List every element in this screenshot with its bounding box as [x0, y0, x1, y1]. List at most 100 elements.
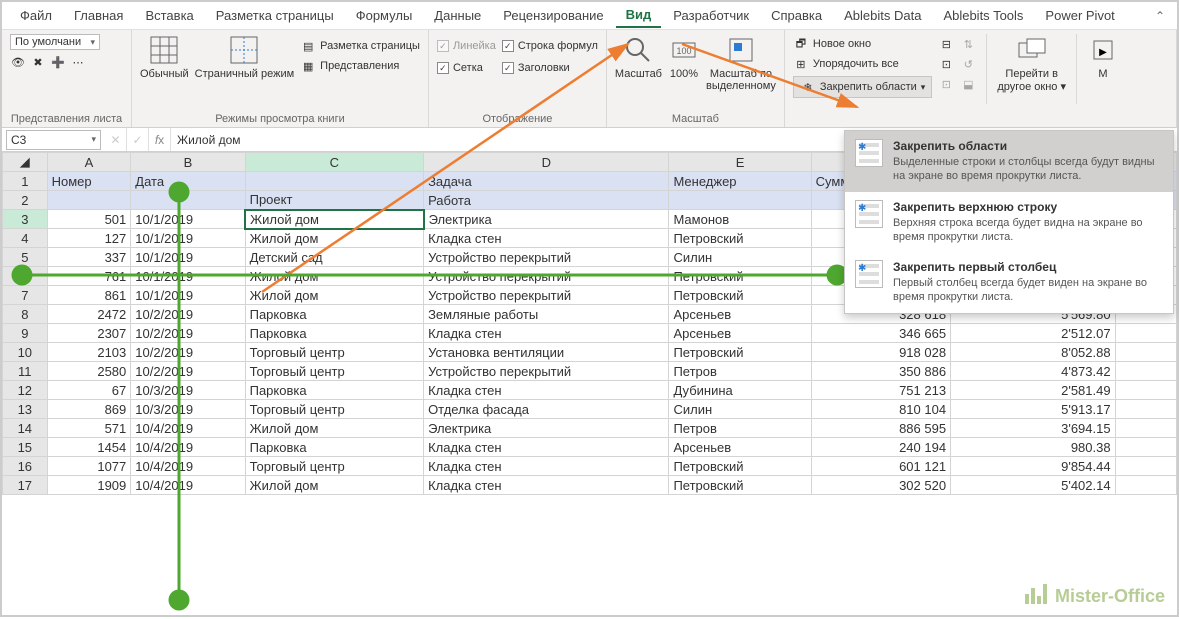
- cell[interactable]: Жилой дом: [245, 286, 423, 305]
- cell[interactable]: Электрика: [424, 419, 669, 438]
- row-header[interactable]: 7: [3, 286, 48, 305]
- cell[interactable]: 10/2/2019: [131, 305, 245, 324]
- cell[interactable]: 10/3/2019: [131, 400, 245, 419]
- cell[interactable]: 10/2/2019: [131, 324, 245, 343]
- cell[interactable]: 10/1/2019: [131, 267, 245, 286]
- tab-formulas[interactable]: Формулы: [346, 4, 423, 27]
- col-header-D[interactable]: D: [424, 153, 669, 172]
- tab-view[interactable]: Вид: [616, 3, 662, 28]
- split-icon[interactable]: ⊟: [938, 36, 954, 52]
- cell[interactable]: 1454: [47, 438, 131, 457]
- new-window-button[interactable]: 🗗Новое окно: [793, 36, 932, 52]
- cell[interactable]: 751 213: [811, 381, 950, 400]
- row-header[interactable]: 13: [3, 400, 48, 419]
- cell[interactable]: 10/1/2019: [131, 229, 245, 248]
- cell[interactable]: 2'581.49: [951, 381, 1116, 400]
- pagebreak-view-button[interactable]: Страничный режим: [195, 34, 295, 80]
- cell[interactable]: Детский сад: [245, 248, 423, 267]
- cell[interactable]: Силин: [669, 400, 811, 419]
- header-cell[interactable]: [669, 191, 811, 210]
- cell[interactable]: Арсеньев: [669, 324, 811, 343]
- cell[interactable]: 886 595: [811, 419, 950, 438]
- cell[interactable]: Парковка: [245, 438, 423, 457]
- cell[interactable]: [1115, 476, 1176, 495]
- col-header-A[interactable]: A: [47, 153, 131, 172]
- cell[interactable]: Кладка стен: [424, 476, 669, 495]
- col-header-E[interactable]: E: [669, 153, 811, 172]
- reset-pos-icon[interactable]: ↺: [960, 56, 976, 72]
- row-header[interactable]: 6: [3, 267, 48, 286]
- row-header[interactable]: 14: [3, 419, 48, 438]
- col-header-C[interactable]: C: [245, 153, 423, 172]
- cell[interactable]: 10/1/2019: [131, 210, 245, 229]
- new-icon[interactable]: ➕: [50, 54, 66, 70]
- cell[interactable]: Установка вентиляции: [424, 343, 669, 362]
- row-header[interactable]: 16: [3, 457, 48, 476]
- cell[interactable]: Парковка: [245, 305, 423, 324]
- sheet-view-combo[interactable]: По умолчани: [10, 34, 100, 50]
- row-header[interactable]: 8: [3, 305, 48, 324]
- cell[interactable]: 10/3/2019: [131, 381, 245, 400]
- zoom-button[interactable]: Масштаб: [615, 34, 662, 80]
- ruler-checkbox[interactable]: ✓Линейка: [437, 40, 496, 52]
- cell[interactable]: Дубинина: [669, 381, 811, 400]
- header-cell[interactable]: Задача: [424, 172, 669, 191]
- cell[interactable]: Устройство перекрытий: [424, 248, 669, 267]
- freeze-top-row-item[interactable]: ✱ Закрепить верхнюю строку Верхняя строк…: [845, 192, 1173, 253]
- cell[interactable]: 4'873.42: [951, 362, 1116, 381]
- unhide-icon[interactable]: ⊡: [938, 76, 954, 92]
- cell[interactable]: Петровский: [669, 229, 811, 248]
- cell[interactable]: 240 194: [811, 438, 950, 457]
- cell[interactable]: 127: [47, 229, 131, 248]
- cell[interactable]: Отделка фасада: [424, 400, 669, 419]
- cell[interactable]: [1115, 381, 1176, 400]
- cell[interactable]: Петровский: [669, 343, 811, 362]
- row-header[interactable]: 4: [3, 229, 48, 248]
- freeze-first-col-item[interactable]: ✱ Закрепить первый столбец Первый столбе…: [845, 252, 1173, 313]
- row-header[interactable]: 10: [3, 343, 48, 362]
- cell[interactable]: 601 121: [811, 457, 950, 476]
- cell[interactable]: 10/2/2019: [131, 343, 245, 362]
- row-header[interactable]: 1: [3, 172, 48, 191]
- name-box[interactable]: C3: [6, 130, 101, 150]
- cell[interactable]: 302 520: [811, 476, 950, 495]
- select-all-corner[interactable]: ◢: [3, 153, 48, 172]
- custom-views-button[interactable]: ▦Представления: [300, 58, 420, 74]
- cell[interactable]: 869: [47, 400, 131, 419]
- cell[interactable]: Земляные работы: [424, 305, 669, 324]
- cell[interactable]: Петровский: [669, 267, 811, 286]
- cell[interactable]: Петров: [669, 419, 811, 438]
- cell[interactable]: Арсеньев: [669, 438, 811, 457]
- hide-icon[interactable]: ⊡: [938, 56, 954, 72]
- tab-page-layout[interactable]: Разметка страницы: [206, 4, 344, 27]
- header-cell[interactable]: Дата: [131, 172, 245, 191]
- freeze-panes-button[interactable]: ❄Закрепить области▾: [793, 76, 932, 98]
- cell[interactable]: 67: [47, 381, 131, 400]
- cell[interactable]: 10/4/2019: [131, 476, 245, 495]
- cell[interactable]: Электрика: [424, 210, 669, 229]
- cell[interactable]: 761: [47, 267, 131, 286]
- cell[interactable]: Торговый центр: [245, 343, 423, 362]
- cell[interactable]: 2472: [47, 305, 131, 324]
- cell[interactable]: Мамонов: [669, 210, 811, 229]
- cell[interactable]: 2580: [47, 362, 131, 381]
- cell[interactable]: 10/4/2019: [131, 419, 245, 438]
- tab-ablebits-tools[interactable]: Ablebits Tools: [933, 4, 1033, 27]
- macros-button[interactable]: ▶ М: [1087, 34, 1123, 80]
- zoom-100-button[interactable]: 100 100%: [668, 34, 700, 80]
- cell[interactable]: Кладка стен: [424, 324, 669, 343]
- cell[interactable]: 346 665: [811, 324, 950, 343]
- row-header[interactable]: 11: [3, 362, 48, 381]
- view-side-icon[interactable]: ⬓: [960, 76, 976, 92]
- header-cell[interactable]: Работа: [424, 191, 669, 210]
- cell[interactable]: 5'913.17: [951, 400, 1116, 419]
- cell[interactable]: 571: [47, 419, 131, 438]
- cell[interactable]: 1909: [47, 476, 131, 495]
- row-header[interactable]: 2: [3, 191, 48, 210]
- cell[interactable]: 10/4/2019: [131, 457, 245, 476]
- cell[interactable]: 2103: [47, 343, 131, 362]
- tab-review[interactable]: Рецензирование: [493, 4, 613, 27]
- gridlines-checkbox[interactable]: ✓Сетка: [437, 62, 496, 74]
- normal-view-button[interactable]: Обычный: [140, 34, 189, 80]
- cell[interactable]: 2'512.07: [951, 324, 1116, 343]
